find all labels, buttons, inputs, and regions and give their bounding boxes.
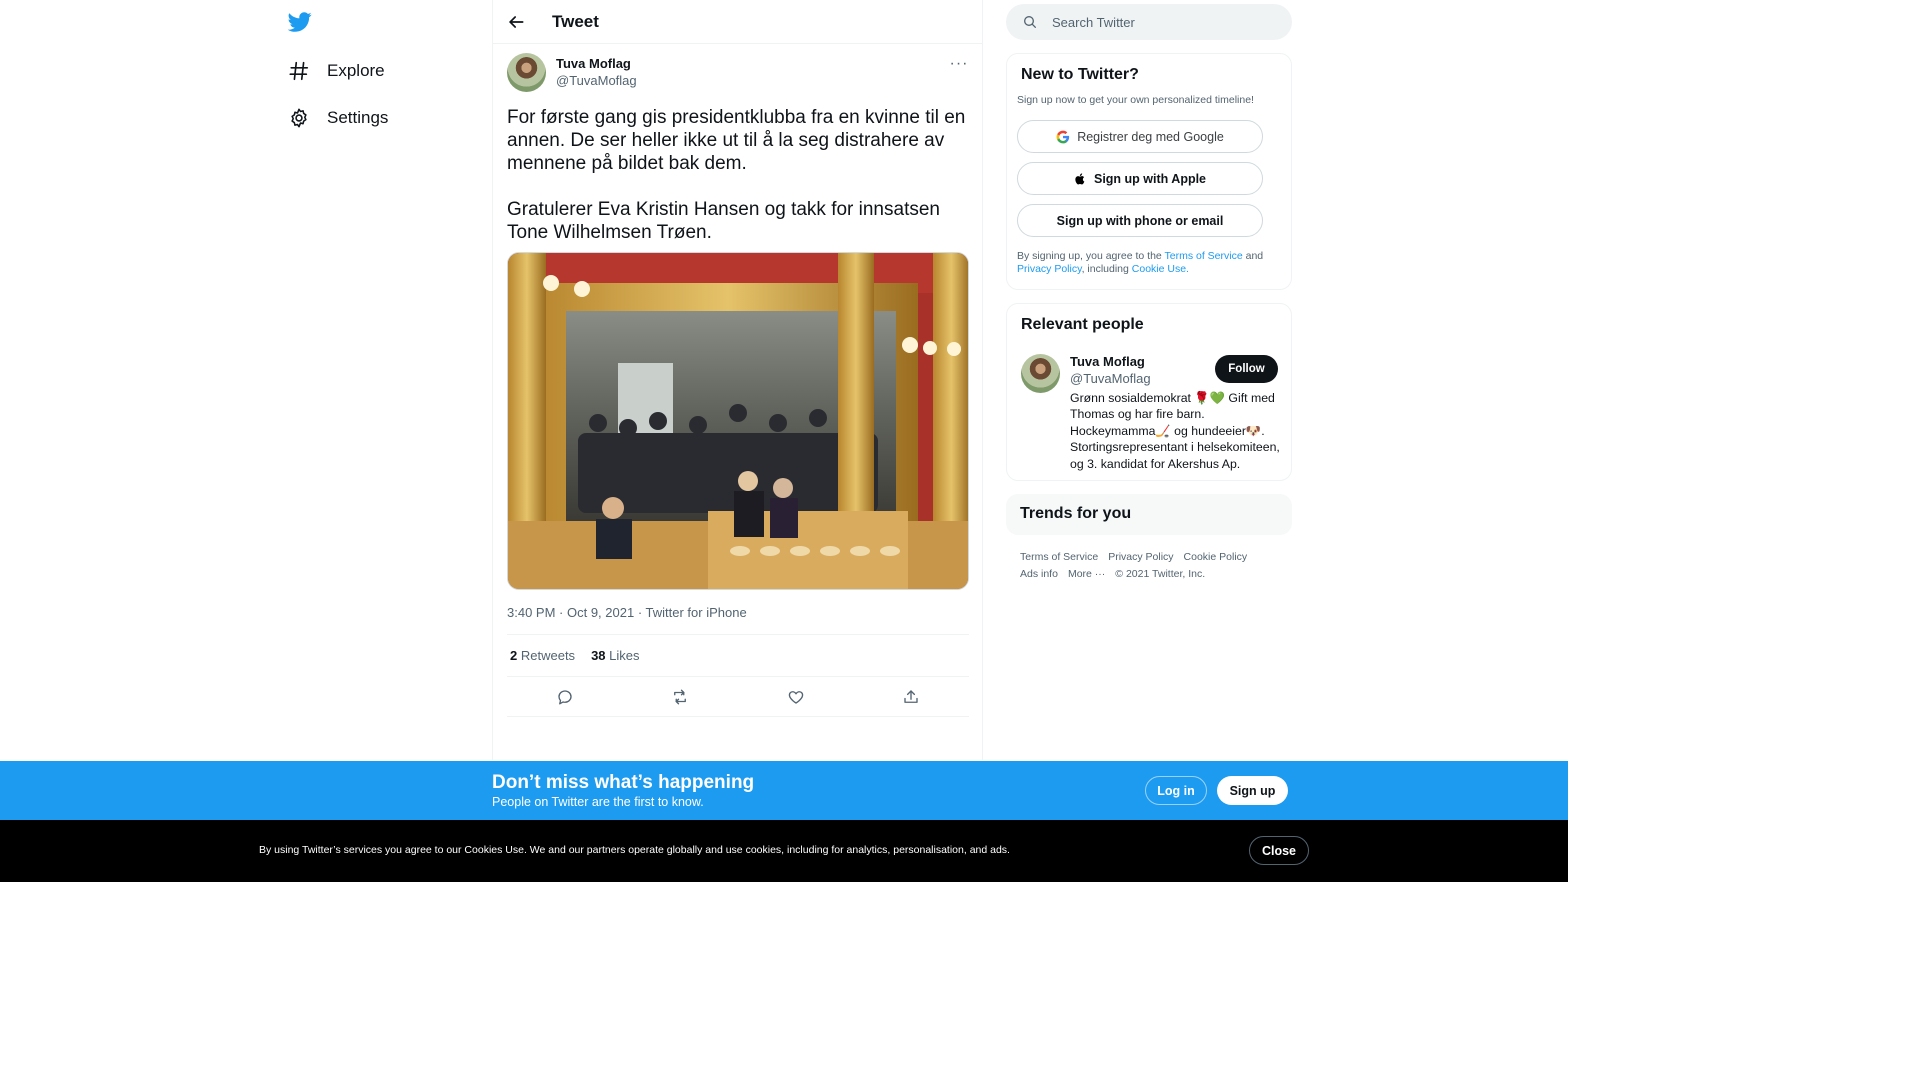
tweet-header: Tweet: [493, 0, 982, 44]
card-title: Trends for you: [1020, 505, 1132, 522]
apple-signup-label: Sign up with Apple: [1093, 171, 1207, 186]
meta-separator: ·: [634, 605, 646, 620]
cookie-notice-text: By using Twitter’s services you agree to…: [259, 844, 1010, 856]
signup-button[interactable]: Sign up: [1217, 776, 1288, 805]
google-logo-icon: [1056, 130, 1070, 143]
tweet-client-link[interactable]: Twitter for iPhone: [646, 605, 747, 620]
parliament-photo-image: [508, 253, 968, 589]
banner-subtitle: People on Twitter are the first to know.: [492, 795, 704, 809]
follow-button[interactable]: Follow: [1215, 355, 1278, 383]
terms-including: , including: [1081, 263, 1129, 275]
twitter-logo-icon[interactable]: [288, 10, 312, 34]
likes-count: 38: [591, 648, 606, 663]
person-handle[interactable]: @TuvaMoflag: [1070, 371, 1151, 386]
nav-item-label: Settings: [327, 108, 389, 127]
login-button[interactable]: Log in: [1145, 776, 1207, 805]
reply-icon[interactable]: [556, 688, 574, 706]
google-signup-label: Registrer deg med Google: [1077, 129, 1224, 144]
phone-email-signup-button[interactable]: Sign up with phone or email: [1017, 204, 1263, 237]
tweet-date-link[interactable]: Oct 9, 2021: [567, 605, 634, 620]
author-avatar[interactable]: [507, 53, 546, 92]
card-title: New to Twitter?: [1021, 66, 1139, 83]
card-subtitle: Sign up now to get your own personalized…: [1017, 94, 1254, 106]
author-handle[interactable]: @TuvaMoflag: [556, 73, 637, 88]
retweet-icon[interactable]: [671, 688, 689, 706]
more-options-icon[interactable]: ···: [949, 55, 969, 75]
cookie-consent-bar: By using Twitter’s services you agree to…: [0, 820, 1568, 882]
search-box[interactable]: [1006, 4, 1292, 40]
terms-prefix: By signing up, you agree to the: [1017, 250, 1162, 262]
footer-link[interactable]: Terms of Service: [1020, 549, 1098, 566]
nav-item-label: Explore: [327, 61, 385, 80]
tweet-stats: 2 Retweets 38 Likes: [507, 634, 969, 677]
tweet-photo[interactable]: [507, 252, 969, 590]
phone-signup-label: Sign up with phone or email: [1056, 213, 1224, 228]
signup-banner: Don’t miss what’s happening People on Tw…: [0, 761, 1568, 820]
tweet-actions: [507, 677, 969, 717]
retweets-label: Retweets: [520, 648, 576, 663]
retweets-count: 2: [510, 648, 518, 663]
google-signup-button[interactable]: Registrer deg med Google: [1017, 120, 1263, 153]
trends-card: Trends for you: [1006, 494, 1292, 535]
search-icon: [1024, 16, 1036, 28]
nav-item-settings[interactable]: Settings: [288, 105, 388, 131]
terms-and: and: [1245, 250, 1264, 262]
person-name[interactable]: Tuva Moflag: [1070, 354, 1145, 369]
cookie-use-link[interactable]: Cookie Use.: [1132, 263, 1189, 275]
new-to-twitter-card: New to Twitter? Sign up now to get your …: [1006, 53, 1292, 290]
tweet-time-link[interactable]: 3:40 PM: [507, 605, 555, 620]
banner-title: Don’t miss what’s happening: [492, 772, 755, 793]
hashtag-icon: [289, 61, 309, 81]
copyright: © 2021 Twitter, Inc.: [1115, 567, 1206, 580]
apple-logo-icon: [1075, 172, 1085, 184]
tweet-timestamp: 3:40 PM · Oct 9, 2021 · Twitter for iPho…: [507, 605, 747, 620]
footer-more-link[interactable]: More ···: [1068, 566, 1105, 583]
person-avatar[interactable]: [1021, 354, 1060, 393]
retweets-stat[interactable]: 2 Retweets: [510, 648, 575, 663]
like-heart-icon[interactable]: [787, 688, 805, 706]
terms-of-service-link[interactable]: Terms of Service: [1165, 250, 1243, 262]
card-title: Relevant people: [1021, 316, 1144, 333]
search-input[interactable]: [1052, 14, 1272, 30]
privacy-policy-link[interactable]: Privacy Policy: [1017, 263, 1082, 275]
page-title: Tweet: [552, 12, 599, 31]
gear-icon: [291, 108, 307, 128]
nav-item-explore[interactable]: Explore: [288, 58, 385, 84]
back-arrow-icon[interactable]: [506, 12, 526, 32]
share-icon[interactable]: [902, 688, 920, 706]
relevant-people-card: Relevant people Tuva Moflag @TuvaMoflag …: [1006, 303, 1292, 481]
meta-separator: ·: [555, 605, 567, 620]
author-name[interactable]: Tuva Moflag: [556, 56, 637, 71]
apple-signup-button[interactable]: Sign up with Apple: [1017, 162, 1263, 195]
likes-stat[interactable]: 38 Likes: [591, 648, 639, 663]
signup-terms: By signing up, you agree to the Terms of…: [1017, 250, 1279, 276]
person-bio: Grønn sosialdemokrat 🌹💚 Gift med Thomas …: [1070, 391, 1280, 471]
author-info[interactable]: Tuva Moflag @TuvaMoflag: [556, 56, 637, 88]
tweet-detail-column: Tweet Tuva Moflag @TuvaMoflag ··· For fø…: [492, 0, 983, 760]
close-button[interactable]: Close: [1249, 836, 1309, 865]
footer-link[interactable]: Privacy Policy: [1108, 549, 1173, 566]
footer-link[interactable]: Ads info: [1020, 566, 1058, 583]
tweet-text: For første gang gis presidentklubba fra …: [507, 107, 966, 243]
likes-label: Likes: [609, 648, 640, 663]
footer-links: Terms of Service Privacy Policy Cookie Pol…: [1020, 549, 1282, 582]
footer-link[interactable]: Cookie Policy: [1184, 549, 1248, 566]
